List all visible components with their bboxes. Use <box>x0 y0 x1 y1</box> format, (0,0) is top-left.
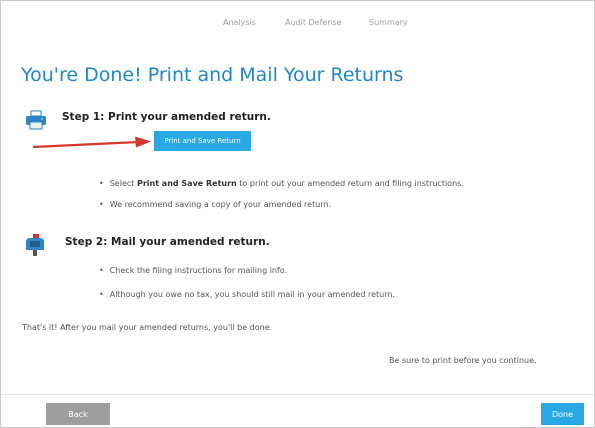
page-title: You're Done! Print and Mail Your Returns <box>21 64 404 86</box>
step2-bullet-1: • Check the filing instructions for maili… <box>99 266 288 275</box>
bullet-dot: • <box>99 266 104 275</box>
step2-title: Step 2: Mail your amended return. <box>65 236 270 248</box>
done-button[interactable]: Done <box>541 403 584 425</box>
step1-bullet-2: • We recommend saving a copy of your amen… <box>99 200 332 209</box>
step1-bullet-1: • Select Print and Save Return to print o… <box>99 179 464 188</box>
printer-icon <box>26 110 46 130</box>
bullet-dot: • <box>99 290 104 299</box>
mailbox-icon <box>26 234 44 256</box>
step1-title: Step 1: Print your amended return. <box>62 111 271 123</box>
back-button[interactable]: Back <box>46 403 110 425</box>
step2-bullet-2: • Although you owe no tax, you should sti… <box>99 290 395 299</box>
footer-divider <box>1 394 595 395</box>
app-window: Analysis Audit Defense Summary You're Do… <box>0 0 595 428</box>
nav-item-analysis[interactable]: Analysis <box>223 18 256 27</box>
nav-item-summary[interactable]: Summary <box>369 18 408 27</box>
bullet-dot: • <box>99 179 104 188</box>
reminder-text: Be sure to print before you continue. <box>389 356 537 365</box>
bullet-dot: • <box>99 200 104 209</box>
top-navigation: Analysis Audit Defense Summary <box>1 18 594 32</box>
red-arrow-annotation <box>32 136 151 149</box>
print-and-save-return-button[interactable]: Print and Save Return <box>154 131 251 151</box>
closing-text: That's it! After you mail your amended r… <box>22 323 273 332</box>
nav-item-audit-defense[interactable]: Audit Defense <box>285 18 342 27</box>
